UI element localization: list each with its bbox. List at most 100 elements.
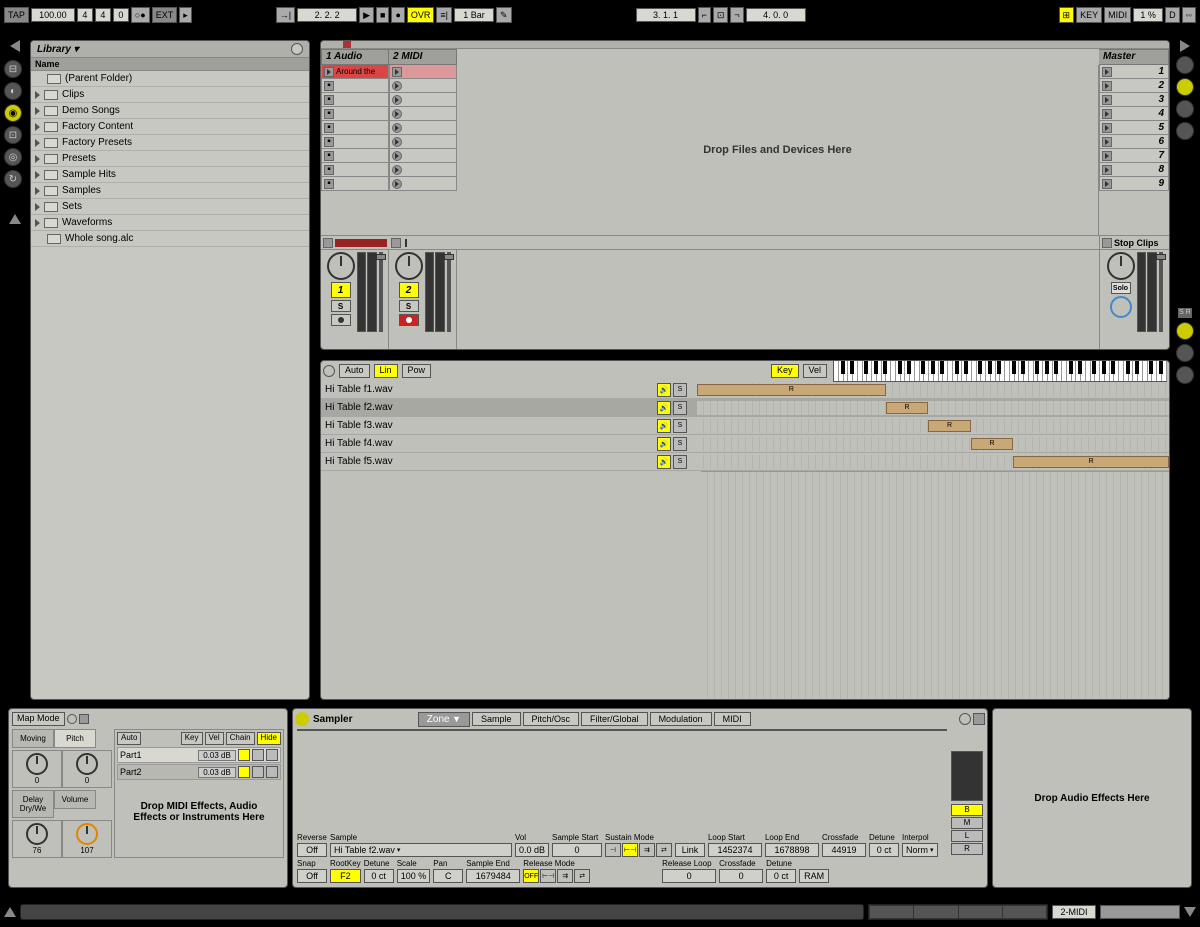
sends-button[interactable] bbox=[1176, 78, 1194, 96]
stop-button[interactable]: ■ bbox=[376, 7, 389, 23]
clip-slot[interactable] bbox=[389, 65, 457, 79]
computer-midi-button[interactable]: ⊞ bbox=[1059, 7, 1075, 23]
browser-item[interactable]: Presets bbox=[31, 151, 309, 167]
position-field-2[interactable]: 3. 1. 1 bbox=[636, 8, 696, 22]
mixer-button[interactable] bbox=[1176, 122, 1194, 140]
metronome-button[interactable]: ○● bbox=[131, 7, 150, 23]
clip-stop-icon[interactable]: ▪ bbox=[324, 165, 334, 175]
scene-play-icon[interactable] bbox=[1102, 95, 1112, 105]
pitch-tab[interactable]: Pitch bbox=[54, 729, 96, 748]
clip-play-icon[interactable] bbox=[392, 67, 402, 77]
track-1-status[interactable] bbox=[321, 236, 389, 250]
clip-record-icon[interactable] bbox=[392, 109, 402, 119]
sample-start-field[interactable]: 0 bbox=[552, 843, 602, 857]
chain-hot-icon[interactable] bbox=[266, 766, 278, 778]
clip-slot[interactable]: ▪ bbox=[321, 121, 389, 135]
sample-end-field[interactable]: 1679484 bbox=[466, 869, 520, 883]
x-button[interactable] bbox=[1176, 366, 1194, 384]
expand-icon[interactable] bbox=[35, 123, 40, 131]
scene-slot[interactable]: 6 bbox=[1099, 135, 1169, 149]
rootkey-field[interactable]: F2 bbox=[330, 869, 361, 883]
zone-toggle-icon[interactable] bbox=[323, 365, 335, 377]
map-mode-button[interactable]: Map Mode bbox=[12, 712, 65, 726]
returns-button[interactable] bbox=[1176, 100, 1194, 118]
d-button[interactable] bbox=[1176, 344, 1194, 362]
zone-key-range[interactable]: R bbox=[697, 419, 1169, 433]
clip-slot[interactable]: Around the bbox=[321, 65, 389, 79]
clip-stop-icon[interactable]: ▪ bbox=[324, 179, 334, 189]
record-button[interactable]: ● bbox=[391, 7, 404, 23]
loop-length-field[interactable]: 4. 0. 0 bbox=[746, 8, 806, 22]
pan-knob[interactable] bbox=[395, 252, 423, 280]
vel-tab[interactable]: Vel bbox=[803, 364, 828, 378]
scale-field[interactable]: 100 % bbox=[397, 869, 431, 883]
solo-button[interactable]: S bbox=[331, 300, 351, 312]
zone-row[interactable]: Hi Table f3.wav🔊SR bbox=[321, 417, 1169, 435]
clip-slot[interactable] bbox=[389, 135, 457, 149]
zone-solo-icon[interactable]: S bbox=[673, 401, 687, 415]
scene-slot[interactable]: 5 bbox=[1099, 121, 1169, 135]
rack-save-icon[interactable] bbox=[79, 714, 89, 724]
midi-map-button[interactable]: MIDI bbox=[1104, 7, 1131, 23]
clip-slot[interactable] bbox=[389, 93, 457, 107]
stop-icon[interactable] bbox=[1102, 238, 1112, 248]
cue-volume-knob[interactable] bbox=[1110, 296, 1132, 318]
browser-icon-6[interactable]: ↻ bbox=[4, 170, 22, 188]
waveform-display[interactable] bbox=[297, 729, 947, 731]
stop-clips-button[interactable]: Stop Clips bbox=[1099, 236, 1169, 250]
clip-slot[interactable] bbox=[389, 149, 457, 163]
clip-record-icon[interactable] bbox=[392, 123, 402, 133]
sig-den[interactable]: 4 bbox=[95, 8, 111, 22]
scene-play-icon[interactable] bbox=[1102, 165, 1112, 175]
clip-slot[interactable]: ▪ bbox=[321, 177, 389, 191]
clip-stop-icon[interactable]: ▪ bbox=[324, 137, 334, 147]
pitch-osc-tab[interactable]: Pitch/Osc bbox=[523, 712, 580, 726]
expand-icon[interactable] bbox=[35, 187, 40, 195]
drop-zone[interactable]: Drop Files and Devices Here bbox=[457, 65, 1099, 235]
browser-icon-2[interactable]: ◐ bbox=[4, 82, 22, 100]
crossfade-field[interactable]: 44919 bbox=[822, 843, 866, 857]
chain-solo-icon[interactable] bbox=[252, 749, 264, 761]
tap-button[interactable]: TAP bbox=[4, 7, 29, 23]
detune3-field[interactable]: 0 ct bbox=[766, 869, 796, 883]
zone-solo-icon[interactable]: S bbox=[673, 419, 687, 433]
browser-item[interactable]: Factory Content bbox=[31, 119, 309, 135]
clip-stop-icon[interactable]: ▪ bbox=[324, 95, 334, 105]
device-help-icon[interactable] bbox=[959, 713, 971, 725]
solo-button[interactable]: S bbox=[399, 300, 419, 312]
scene-play-icon[interactable] bbox=[1102, 81, 1112, 91]
clip-stop-icon[interactable]: ▪ bbox=[324, 123, 334, 133]
zone-audio-icon[interactable]: 🔊 bbox=[657, 437, 671, 451]
sig-num[interactable]: 4 bbox=[77, 8, 93, 22]
scene-play-icon[interactable] bbox=[1102, 123, 1112, 133]
browser-icon-3-active[interactable]: ◉ bbox=[4, 104, 22, 122]
clip-slot[interactable]: ▪ bbox=[321, 107, 389, 121]
track-header-2[interactable]: 2 MIDI bbox=[389, 49, 457, 65]
crossfade2-field[interactable]: 0 bbox=[719, 869, 763, 883]
zone-key-range[interactable]: R bbox=[697, 437, 1169, 451]
clip-record-icon[interactable] bbox=[392, 95, 402, 105]
reverse-field[interactable]: Off bbox=[297, 843, 327, 857]
macro-knob-3[interactable]: 76 bbox=[12, 820, 62, 858]
expand-up-icon[interactable] bbox=[9, 214, 21, 224]
clip-record-icon[interactable] bbox=[392, 81, 402, 91]
chain-solo-icon[interactable] bbox=[252, 766, 264, 778]
scene-play-icon[interactable] bbox=[1102, 67, 1112, 77]
interpol-select[interactable]: Norm bbox=[902, 843, 938, 857]
chain-audio-icon[interactable] bbox=[238, 766, 250, 778]
track-activator[interactable]: 1 bbox=[331, 282, 351, 298]
auto-button[interactable]: Auto bbox=[339, 364, 370, 378]
expand-icon[interactable] bbox=[35, 139, 40, 147]
draw-mode-button[interactable]: ✎ bbox=[496, 7, 512, 23]
expand-icon[interactable] bbox=[35, 107, 40, 115]
browser-title[interactable]: Library ▾ bbox=[37, 44, 79, 55]
lin-button[interactable]: Lin bbox=[374, 364, 398, 378]
browser-icon-5[interactable]: ◎ bbox=[4, 148, 22, 166]
zone-audio-icon[interactable]: 🔊 bbox=[657, 455, 671, 469]
clip-record-icon[interactable] bbox=[392, 137, 402, 147]
browser-item[interactable]: Waveforms bbox=[31, 215, 309, 231]
master-track-header[interactable]: Master bbox=[1099, 49, 1169, 65]
nudge-field[interactable]: 0 bbox=[113, 8, 129, 22]
chain-row[interactable]: Part10.03 dB bbox=[117, 747, 281, 763]
scene-play-icon[interactable] bbox=[1102, 179, 1112, 189]
